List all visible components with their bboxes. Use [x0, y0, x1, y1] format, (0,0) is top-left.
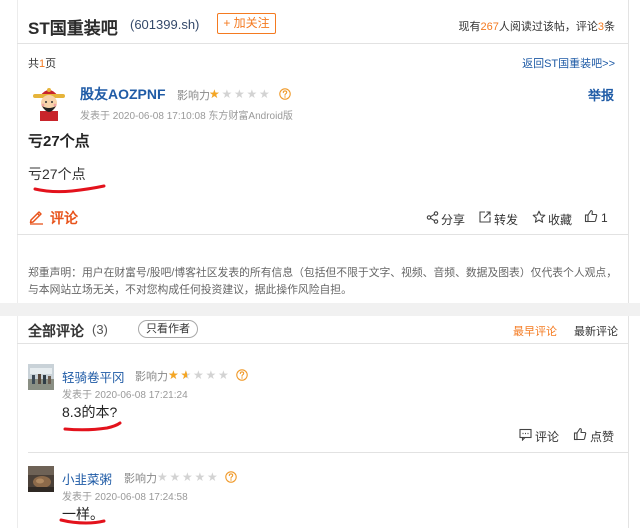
star-empty-glyph: ★ — [207, 470, 218, 484]
question-circle-icon[interactable] — [236, 368, 248, 386]
comment-button[interactable]: 评论 — [50, 208, 78, 228]
star-empty-glyph: ★ — [246, 87, 258, 101]
author-only-toggle[interactable]: 只看作者 — [138, 320, 198, 338]
page-count: 共1页 — [28, 55, 56, 71]
report-button[interactable]: 举报 — [588, 85, 614, 104]
star-empty-glyph: ★ — [157, 470, 168, 484]
comment-meta: 发表于 2020-06-08 17:24:58 — [62, 492, 188, 503]
star-empty-glyph: ★ — [218, 368, 229, 382]
forward-button[interactable]: 转发 — [494, 211, 518, 228]
stats-prefix: 现有 — [458, 21, 481, 33]
influence-label: 影响力 — [124, 473, 157, 485]
influence-stars: ★★★★★★★★★★ — [168, 368, 231, 381]
star-empty-glyph: ★ — [193, 368, 204, 382]
influence-star: ★★ — [170, 471, 182, 483]
page-prefix: 共 — [28, 58, 39, 70]
thumbs-up-icon[interactable] — [573, 427, 587, 446]
star-filled-glyph: ★ — [180, 369, 187, 381]
influence-star: ★★ — [168, 369, 180, 381]
comment-avatar[interactable] — [28, 364, 54, 390]
comment-author-name[interactable]: 轻骑卷平冈 — [62, 367, 125, 386]
comments-title: 全部评论 — [28, 323, 84, 339]
star-empty-glyph: ★ — [234, 87, 245, 101]
influence-star: ★★ — [207, 471, 219, 483]
stock-code[interactable]: (601399.sh) — [130, 17, 199, 32]
influence-star: ★★ — [181, 369, 193, 381]
influence-star: ★★ — [206, 369, 218, 381]
like-button[interactable]: 点赞 — [590, 428, 614, 445]
follow-button[interactable]: + 加关注 — [217, 13, 276, 34]
caishen-avatar-image — [30, 83, 68, 121]
star-filled-glyph: ★ — [168, 369, 179, 381]
comments-header-divider — [17, 343, 629, 344]
star-outline-icon[interactable] — [532, 210, 546, 229]
influence-stars: ★★★★★★★★★★ — [209, 87, 272, 100]
stats-suffix: 条 — [604, 21, 615, 33]
share-button[interactable]: 分享 — [441, 211, 465, 228]
red-underline-annotation — [63, 421, 122, 432]
star-filled-glyph: ★ — [209, 88, 220, 100]
sort-latest-tab[interactable]: 最新评论 — [574, 323, 618, 339]
post-author-name[interactable]: 股友AOZPNF — [80, 84, 166, 104]
section-separator — [0, 303, 640, 316]
post-meta: 发表于 2020-06-08 17:10:08 东方财富Android版 — [80, 111, 293, 122]
back-to-bar-link[interactable]: 返回ST国重装吧>> — [522, 55, 615, 71]
influence-star: ★★ — [182, 471, 194, 483]
share-icon[interactable] — [426, 211, 439, 229]
pencil-icon[interactable] — [28, 208, 45, 230]
influence-star: ★★ — [193, 369, 205, 381]
influence-star: ★★ — [247, 88, 259, 100]
disclaimer-text: 郑重声明：用户在财富号/股吧/博客社区发表的所有信息（包括但不限于文字、视频、音… — [28, 267, 618, 296]
thumbs-up-icon[interactable] — [584, 209, 598, 228]
photo-avatar-image — [28, 466, 54, 492]
influence-label: 影响力 — [135, 371, 168, 383]
influence-label: 影响力 — [177, 90, 210, 102]
author-avatar[interactable] — [30, 83, 68, 121]
star-empty-glyph: ★ — [221, 87, 233, 101]
influence-star: ★★ — [195, 471, 207, 483]
influence-star: ★★ — [218, 369, 230, 381]
sort-earliest-tab[interactable]: 最早评论 — [513, 323, 557, 339]
like-count[interactable]: 1 — [601, 211, 608, 225]
red-underline-annotation — [33, 184, 106, 194]
star-empty-glyph: ★ — [182, 470, 193, 484]
comment-divider — [28, 452, 628, 453]
star-empty-glyph: ★ — [194, 470, 206, 484]
stats-middle: 人阅读过该帖，评论 — [498, 21, 598, 33]
comment-bubble-icon[interactable] — [519, 428, 532, 446]
page-suffix: 页 — [45, 58, 57, 70]
influence-star: ★★ — [157, 471, 169, 483]
red-underline-annotation — [59, 518, 106, 525]
influence-star: ★★ — [209, 88, 221, 100]
star-empty-glyph: ★ — [169, 470, 181, 484]
post-title: 亏27个点 — [28, 133, 90, 150]
comment-avatar[interactable] — [28, 466, 54, 492]
thread-stats: 现有267人阅读过该帖，评论3条 — [459, 18, 615, 34]
post-divider — [17, 234, 629, 235]
header-divider — [17, 43, 629, 44]
question-circle-icon[interactable] — [279, 87, 291, 105]
comment-author-name[interactable]: 小韭菜粥 — [62, 469, 112, 488]
reply-button[interactable]: 评论 — [535, 428, 559, 445]
influence-star: ★★ — [222, 88, 234, 100]
favorite-button[interactable]: 收藏 — [548, 211, 572, 228]
influence-stars: ★★★★★★★★★★ — [157, 470, 220, 483]
comments-count: (3) — [92, 322, 108, 337]
influence-star: ★★ — [234, 88, 246, 100]
photo-avatar-image — [28, 364, 54, 390]
forward-icon[interactable] — [478, 210, 492, 229]
question-circle-icon[interactable] — [225, 470, 237, 488]
content-frame — [17, 0, 629, 528]
read-count: 267 — [480, 21, 499, 33]
star-empty-glyph: ★ — [259, 87, 270, 101]
bar-title[interactable]: ST国重装吧 — [28, 14, 118, 39]
star-empty-glyph: ★ — [205, 368, 217, 382]
comment-meta: 发表于 2020-06-08 17:21:24 — [62, 390, 188, 401]
influence-star: ★★ — [259, 88, 271, 100]
